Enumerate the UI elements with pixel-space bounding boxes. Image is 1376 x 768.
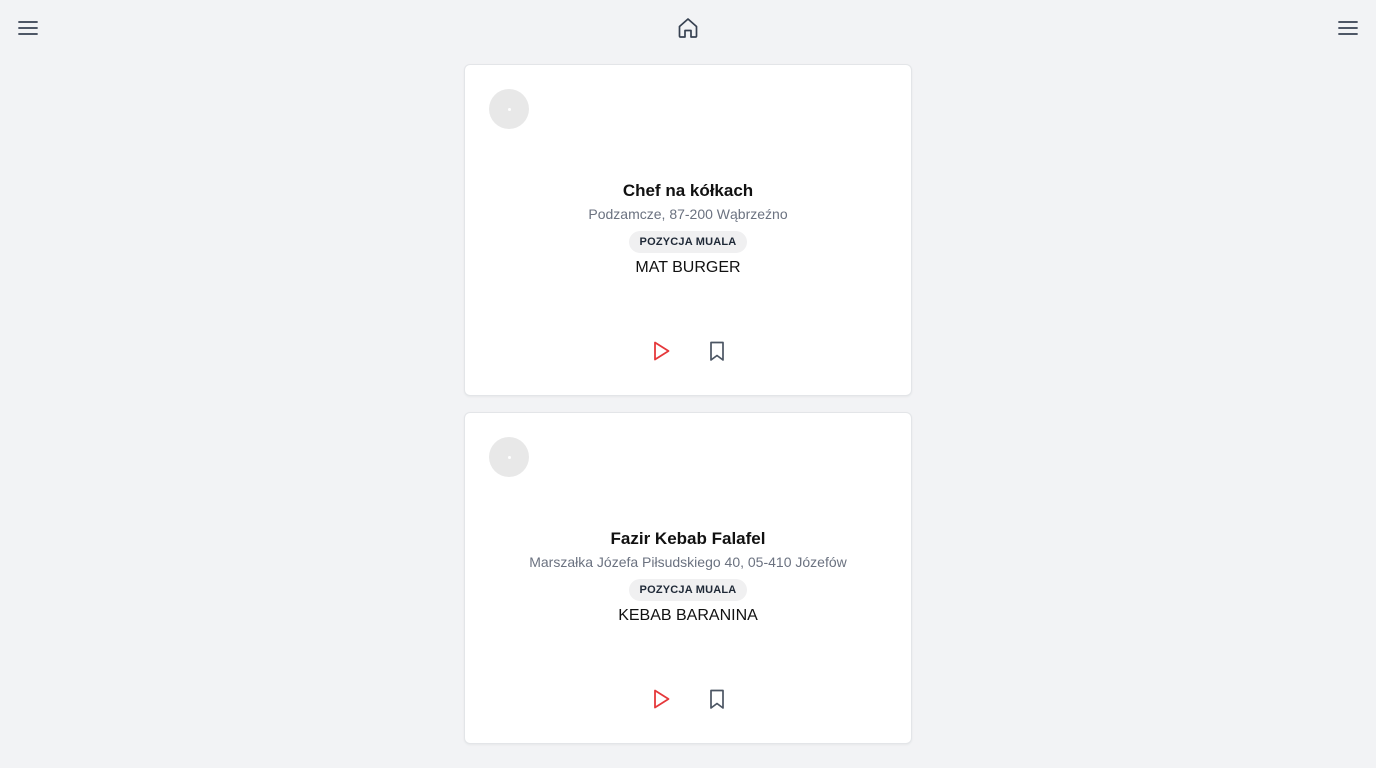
top-bar [0, 0, 1376, 56]
play-button[interactable] [647, 337, 675, 365]
card-body: Fazir Kebab Falafel Marszałka Józefa Pił… [465, 527, 911, 628]
home-button[interactable] [674, 14, 702, 42]
menu-right-button[interactable] [1334, 14, 1362, 42]
bookmark-button[interactable] [703, 685, 731, 713]
restaurant-card: Chef na kółkach Podzamcze, 87-200 Wąbrze… [464, 64, 912, 396]
card-body: Chef na kółkach Podzamcze, 87-200 Wąbrze… [465, 179, 911, 280]
menu-icon [18, 21, 38, 35]
menu-item-name: KEBAB BARANINA [618, 607, 758, 624]
bookmark-button[interactable] [703, 337, 731, 365]
bookmark-icon [710, 341, 724, 361]
menu-item-name: MAT BURGER [635, 259, 741, 276]
restaurant-card: Fazir Kebab Falafel Marszałka Józefa Pił… [464, 412, 912, 744]
restaurant-name: Fazir Kebab Falafel [610, 529, 766, 548]
play-button[interactable] [647, 685, 675, 713]
menu-left-button[interactable] [14, 14, 42, 42]
bookmark-icon [710, 689, 724, 709]
restaurant-name: Chef na kółkach [622, 181, 754, 200]
menu-icon [1338, 21, 1358, 35]
avatar [489, 89, 529, 129]
avatar [489, 437, 529, 477]
position-badge: POZYCJA MUALA [628, 579, 748, 601]
restaurant-address: Podzamcze, 87-200 Wąbrzeźno [588, 206, 788, 222]
restaurant-address: Marszałka Józefa Piłsudskiego 40, 05-410… [529, 554, 847, 570]
play-icon [654, 689, 670, 709]
play-icon [654, 341, 670, 361]
card-actions [465, 685, 911, 713]
position-badge: POZYCJA MUALA [628, 231, 748, 253]
card-actions [465, 337, 911, 365]
restaurant-feed: Chef na kółkach Podzamcze, 87-200 Wąbrze… [464, 64, 912, 760]
home-icon [678, 18, 698, 38]
